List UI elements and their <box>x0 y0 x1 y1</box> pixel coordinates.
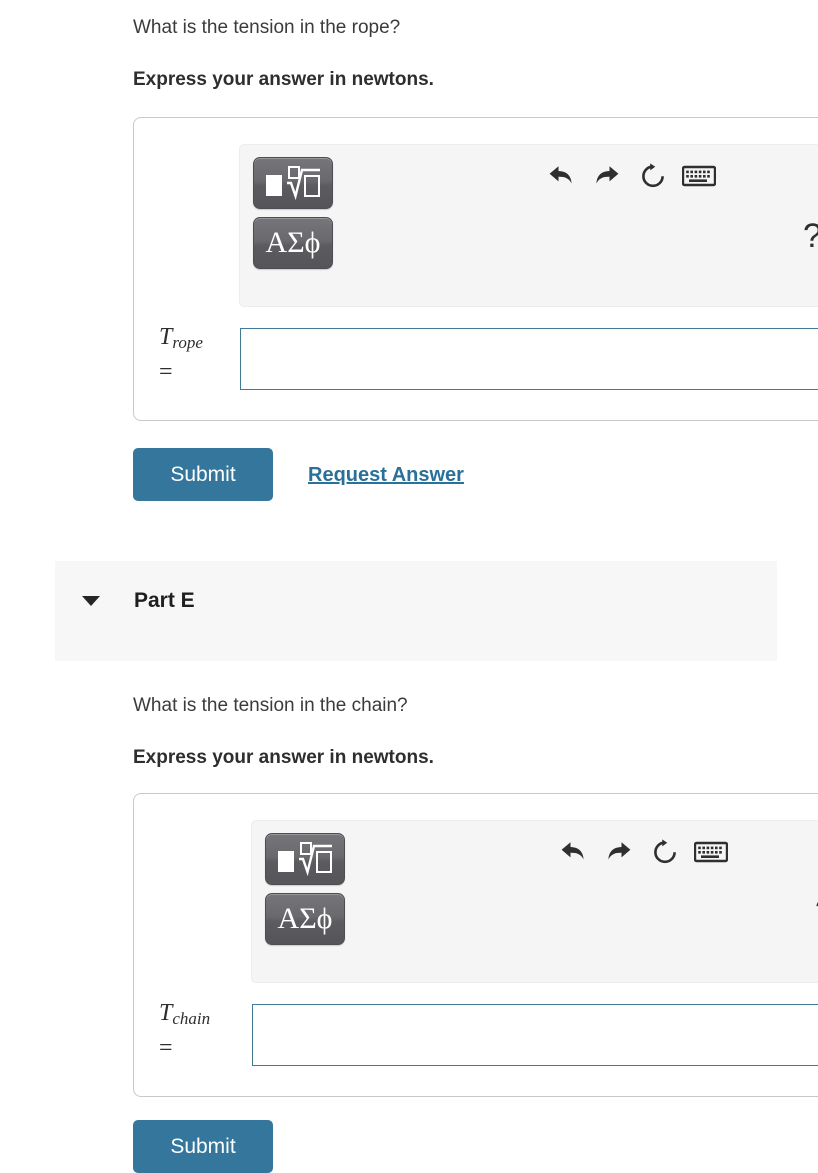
keyboard-icon[interactable] <box>676 155 722 197</box>
part-e-math-template-group: ΑΣϕ <box>265 833 345 945</box>
chevron-down-icon[interactable] <box>82 596 100 606</box>
part-d-toolbar-icons <box>538 155 722 197</box>
part-d-variable: T <box>159 324 173 350</box>
part-e-question: What is the tension in the chain? <box>133 695 408 716</box>
greek-symbols-label: ΑΣϕ <box>265 226 321 259</box>
part-d-answer-label: Trope <box>159 324 203 353</box>
part-e-answer-input[interactable] <box>252 1004 818 1066</box>
part-e-equals: = <box>159 1035 173 1061</box>
part-e-subscript: chain <box>172 1009 211 1029</box>
part-d-question: What is the tension in the rope? <box>133 17 401 38</box>
part-d-submit-button[interactable]: Submit <box>133 448 273 501</box>
part-e-answer-label: Tchain <box>159 1000 211 1029</box>
part-d-equals: = <box>159 359 173 385</box>
part-d-request-answer-link[interactable]: Request Answer <box>308 464 464 487</box>
part-e-variable: T <box>159 1000 173 1026</box>
part-d-answer-panel: ΑΣϕ Trope = <box>133 117 818 421</box>
redo-icon[interactable] <box>596 831 642 873</box>
math-template-button[interactable] <box>265 833 345 885</box>
greek-symbols-label: ΑΣϕ <box>277 902 333 935</box>
part-e-submit-button[interactable]: Submit <box>133 1120 273 1173</box>
redo-icon[interactable] <box>584 155 630 197</box>
part-d-math-template-group: ΑΣϕ <box>253 157 333 269</box>
help-icon[interactable]: ? <box>803 219 818 253</box>
part-e-toolbar-icons <box>550 831 734 873</box>
undo-icon[interactable] <box>538 155 584 197</box>
part-e-title: Part E <box>134 589 195 612</box>
keyboard-icon[interactable] <box>688 831 734 873</box>
part-d-math-toolbar: ΑΣϕ <box>239 144 818 307</box>
undo-icon[interactable] <box>550 831 596 873</box>
part-e-instruction: Express your answer in newtons. <box>133 747 434 768</box>
part-d-instruction: Express your answer in newtons. <box>133 69 434 90</box>
math-template-button[interactable] <box>253 157 333 209</box>
greek-symbols-button[interactable]: ΑΣϕ <box>253 217 333 269</box>
greek-symbols-button[interactable]: ΑΣϕ <box>265 893 345 945</box>
part-e-header[interactable]: Part E <box>55 561 777 661</box>
part-d-subscript: rope <box>172 333 203 353</box>
reset-icon[interactable] <box>630 155 676 197</box>
part-e-math-toolbar: ΑΣϕ <box>251 820 818 983</box>
part-d-answer-input[interactable] <box>240 328 818 390</box>
part-e-answer-panel: ΑΣϕ Tchain = <box>133 793 818 1097</box>
reset-icon[interactable] <box>642 831 688 873</box>
